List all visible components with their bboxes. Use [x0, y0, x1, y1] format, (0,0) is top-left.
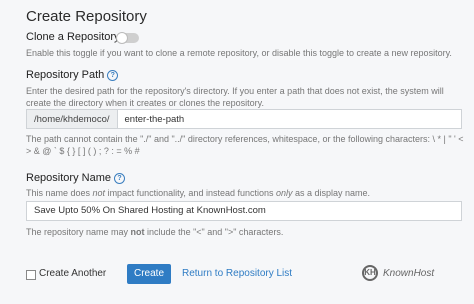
name-restriction-note: The repository name may not include the …: [26, 227, 284, 237]
info-icon[interactable]: ?: [107, 70, 119, 81]
repository-name-input[interactable]: Save Upto 50% On Shared Hosting at Known…: [26, 201, 462, 221]
repository-path-label-row: Repository Path?: [26, 69, 119, 81]
repository-path-label: Repository Path: [26, 69, 105, 81]
path-prefix: /home/khdemoco/: [26, 109, 117, 129]
path-help-text: Enter the desired path for the repositor…: [26, 86, 444, 108]
clone-toggle[interactable]: [116, 32, 139, 44]
repository-name-label-row: Repository Name?: [26, 172, 125, 184]
create-another-label[interactable]: Create Another: [39, 268, 106, 279]
clone-help-text: Enable this toggle if you want to clone …: [26, 48, 452, 58]
repository-path-input-group: /home/khdemoco/ enter-the-path: [26, 109, 462, 129]
toggle-knob: [116, 32, 128, 44]
path-restriction-note: The path cannot contain the "./" and "..…: [26, 134, 464, 156]
create-button[interactable]: Create: [127, 264, 171, 284]
logo-mark: KH: [362, 265, 378, 281]
return-to-list-link[interactable]: Return to Repository List: [182, 268, 292, 279]
clone-toggle-label: Clone a Repository: [26, 31, 120, 43]
create-another-checkbox[interactable]: [26, 270, 36, 280]
page-title: Create Repository: [26, 8, 147, 25]
name-help-text: This name does not impact functionality,…: [26, 188, 371, 198]
repository-path-input[interactable]: enter-the-path: [116, 109, 462, 129]
repository-name-label: Repository Name: [26, 172, 111, 184]
knownhost-logo: KH KnownHost: [362, 265, 434, 281]
logo-text: KnownHost: [383, 267, 435, 279]
info-icon[interactable]: ?: [113, 173, 125, 184]
